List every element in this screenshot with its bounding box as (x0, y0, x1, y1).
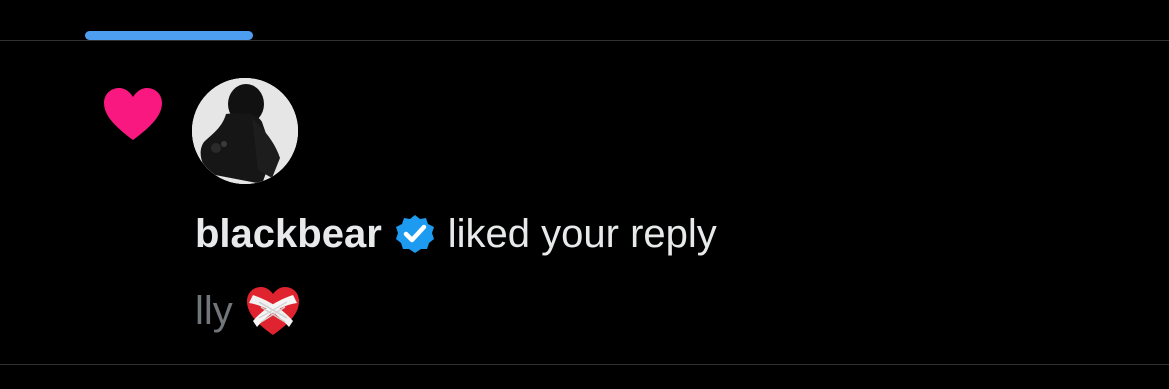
avatar-photo (192, 78, 298, 184)
notification-headline: blackbear liked your reply (195, 208, 717, 260)
reply-text: lly (195, 288, 233, 333)
heart-icon (104, 88, 162, 140)
mending-heart-icon (246, 287, 299, 335)
reply-preview: lly (195, 284, 301, 338)
avatar[interactable] (192, 78, 298, 184)
notification-action-text: liked your reply (447, 211, 717, 256)
notifications-screen: blackbear liked your reply lly (0, 0, 1169, 389)
verified-badge-icon (395, 215, 434, 253)
active-tab-indicator (85, 31, 253, 40)
item-divider (0, 364, 1169, 365)
tab-bar-divider (0, 40, 1169, 41)
username-link[interactable]: blackbear (195, 212, 382, 257)
